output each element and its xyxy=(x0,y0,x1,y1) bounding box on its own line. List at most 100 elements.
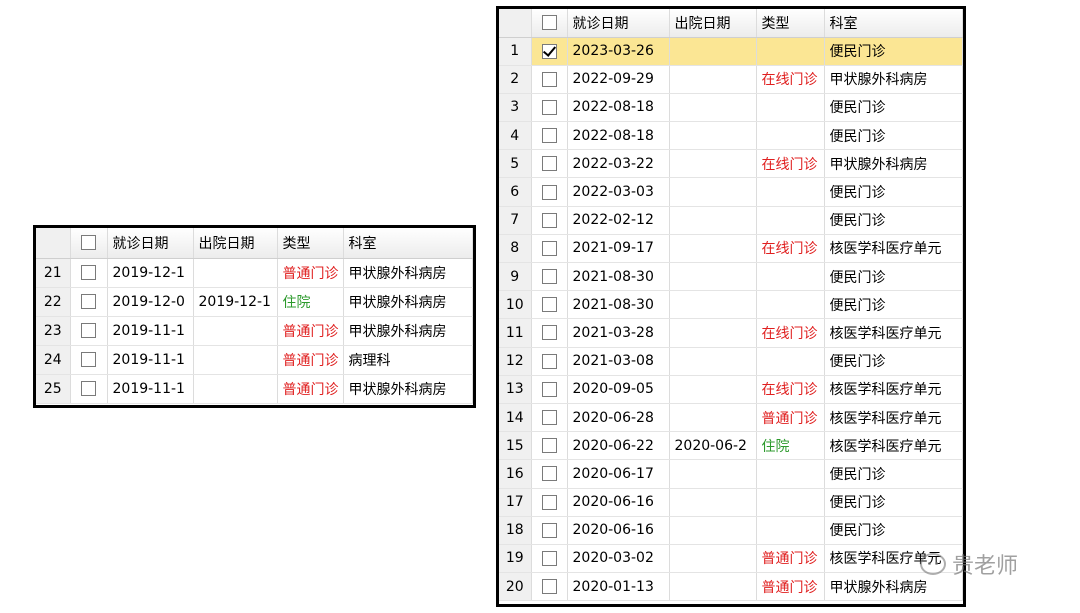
cell-type[interactable] xyxy=(756,516,825,545)
cell-visit-date[interactable]: 2021-09-17 xyxy=(567,234,670,264)
cell-type[interactable]: 普通门诊 xyxy=(277,345,344,375)
row-checkbox-cell[interactable] xyxy=(531,403,568,433)
cell-visit-date[interactable]: 2022-02-12 xyxy=(567,206,670,235)
table-row[interactable]: 9 2021-08-30 便民门诊 xyxy=(499,262,963,292)
cell-type[interactable]: 在线门诊 xyxy=(756,65,825,94)
cell-type[interactable] xyxy=(756,262,825,292)
table-row[interactable]: 6 2022-03-03 便民门诊 xyxy=(499,177,963,207)
row-checkbox-cell[interactable] xyxy=(531,149,568,179)
cell-type[interactable]: 在线门诊 xyxy=(756,318,825,348)
table-row[interactable]: 19 2020-03-02 普通门诊 核医学科医疗单元 xyxy=(499,544,963,574)
cell-discharge-date[interactable] xyxy=(669,375,757,404)
cell-department[interactable]: 甲状腺外科病房 xyxy=(343,258,473,288)
cell-visit-date[interactable]: 2020-06-22 xyxy=(567,431,670,461)
row-checkbox-cell[interactable] xyxy=(70,316,108,346)
row-checkbox-cell[interactable] xyxy=(531,375,568,404)
row-checkbox[interactable] xyxy=(81,323,96,338)
cell-type[interactable]: 住院 xyxy=(756,431,825,461)
cell-visit-date[interactable]: 2021-08-30 xyxy=(567,290,670,320)
cell-discharge-date[interactable] xyxy=(669,544,757,574)
column-header-department[interactable]: 科室 xyxy=(343,228,473,259)
row-checkbox[interactable] xyxy=(541,297,557,313)
table-row[interactable]: 1 2023-03-26 便民门诊 xyxy=(499,37,963,66)
row-checkbox-cell[interactable] xyxy=(531,318,568,348)
table-row[interactable]: 14 2020-06-28 普通门诊 核医学科医疗单元 xyxy=(499,403,963,433)
cell-visit-date[interactable]: 2020-06-17 xyxy=(567,459,670,489)
cell-visit-date[interactable]: 2019-11-1 xyxy=(107,345,194,375)
cell-visit-date[interactable]: 2021-08-30 xyxy=(567,262,670,292)
cell-type[interactable] xyxy=(756,347,825,376)
row-checkbox[interactable] xyxy=(541,212,557,228)
cell-visit-date[interactable]: 2022-03-03 xyxy=(567,177,670,207)
row-checkbox[interactable] xyxy=(541,71,557,87)
cell-type[interactable]: 住院 xyxy=(277,287,344,317)
row-checkbox-cell[interactable] xyxy=(531,206,568,235)
table-row[interactable]: 17 2020-06-16 便民门诊 xyxy=(499,488,963,517)
row-checkbox[interactable] xyxy=(81,352,96,367)
row-checkbox-cell[interactable] xyxy=(531,431,568,461)
row-checkbox[interactable] xyxy=(541,381,557,397)
cell-discharge-date[interactable] xyxy=(193,316,278,346)
cell-department[interactable]: 便民门诊 xyxy=(824,516,963,545)
cell-department[interactable]: 便民门诊 xyxy=(824,347,963,376)
row-checkbox[interactable] xyxy=(81,294,96,309)
cell-visit-date[interactable]: 2020-06-16 xyxy=(567,488,670,517)
row-checkbox[interactable] xyxy=(541,550,557,566)
row-checkbox[interactable] xyxy=(541,269,557,285)
cell-visit-date[interactable]: 2022-09-29 xyxy=(567,65,670,94)
table-row[interactable]: 21 2019-12-1 普通门诊 甲状腺外科病房 xyxy=(36,258,473,288)
cell-discharge-date[interactable] xyxy=(669,65,757,94)
row-checkbox[interactable] xyxy=(541,184,557,200)
cell-department[interactable]: 病理科 xyxy=(343,345,473,375)
cell-department[interactable]: 便民门诊 xyxy=(824,206,963,235)
cell-visit-date[interactable]: 2023-03-26 xyxy=(567,37,670,66)
column-header-discharge-date[interactable]: 出院日期 xyxy=(669,9,757,38)
column-header-type[interactable]: 类型 xyxy=(756,9,825,38)
table-row[interactable]: 4 2022-08-18 便民门诊 xyxy=(499,121,963,151)
table-row[interactable]: 24 2019-11-1 普通门诊 病理科 xyxy=(36,345,473,375)
cell-type[interactable] xyxy=(756,206,825,235)
cell-visit-date[interactable]: 2020-03-02 xyxy=(567,544,670,574)
cell-type[interactable] xyxy=(756,488,825,517)
cell-discharge-date[interactable] xyxy=(669,262,757,292)
row-checkbox-cell[interactable] xyxy=(531,572,568,602)
column-header-type[interactable]: 类型 xyxy=(277,228,344,259)
cell-type[interactable]: 普通门诊 xyxy=(277,316,344,346)
cell-visit-date[interactable]: 2022-08-18 xyxy=(567,93,670,123)
row-checkbox-cell[interactable] xyxy=(531,544,568,574)
cell-type[interactable] xyxy=(756,37,825,66)
cell-discharge-date[interactable] xyxy=(193,258,278,288)
select-all-cell[interactable] xyxy=(531,9,568,38)
row-checkbox[interactable] xyxy=(81,381,96,396)
cell-department[interactable]: 核医学科医疗单元 xyxy=(824,234,963,264)
row-checkbox-cell[interactable] xyxy=(531,93,568,123)
select-all-checkbox[interactable] xyxy=(81,235,96,251)
row-checkbox-cell[interactable] xyxy=(531,121,568,151)
cell-discharge-date[interactable] xyxy=(669,403,757,433)
cell-department[interactable]: 便民门诊 xyxy=(824,93,963,123)
cell-discharge-date[interactable] xyxy=(669,572,757,602)
row-checkbox-cell[interactable] xyxy=(531,488,568,517)
row-checkbox[interactable] xyxy=(541,240,557,256)
cell-type[interactable] xyxy=(756,93,825,123)
cell-department[interactable]: 甲状腺外科病房 xyxy=(343,374,473,404)
cell-discharge-date[interactable] xyxy=(193,374,278,404)
cell-department[interactable]: 核医学科医疗单元 xyxy=(824,318,963,348)
select-all-checkbox[interactable] xyxy=(541,15,557,31)
cell-visit-date[interactable]: 2020-06-28 xyxy=(567,403,670,433)
table-row[interactable]: 20 2020-01-13 普通门诊 甲状腺外科病房 xyxy=(499,572,963,602)
row-checkbox-cell[interactable] xyxy=(531,234,568,264)
cell-discharge-date[interactable] xyxy=(669,318,757,348)
cell-type[interactable] xyxy=(756,121,825,151)
table-row[interactable]: 5 2022-03-22 在线门诊 甲状腺外科病房 xyxy=(499,149,963,179)
cell-department[interactable]: 便民门诊 xyxy=(824,37,963,66)
table-row[interactable]: 16 2020-06-17 便民门诊 xyxy=(499,459,963,489)
row-checkbox-cell[interactable] xyxy=(531,177,568,207)
cell-department[interactable]: 甲状腺外科病房 xyxy=(824,149,963,179)
table-row[interactable]: 2 2022-09-29 在线门诊 甲状腺外科病房 xyxy=(499,65,963,94)
column-header-visit-date[interactable]: 就诊日期 xyxy=(567,9,670,38)
cell-type[interactable]: 普通门诊 xyxy=(756,544,825,574)
table-row[interactable]: 15 2020-06-22 2020-06-2 住院 核医学科医疗单元 xyxy=(499,431,963,461)
cell-visit-date[interactable]: 2021-03-08 xyxy=(567,347,670,376)
row-checkbox[interactable] xyxy=(541,438,557,454)
